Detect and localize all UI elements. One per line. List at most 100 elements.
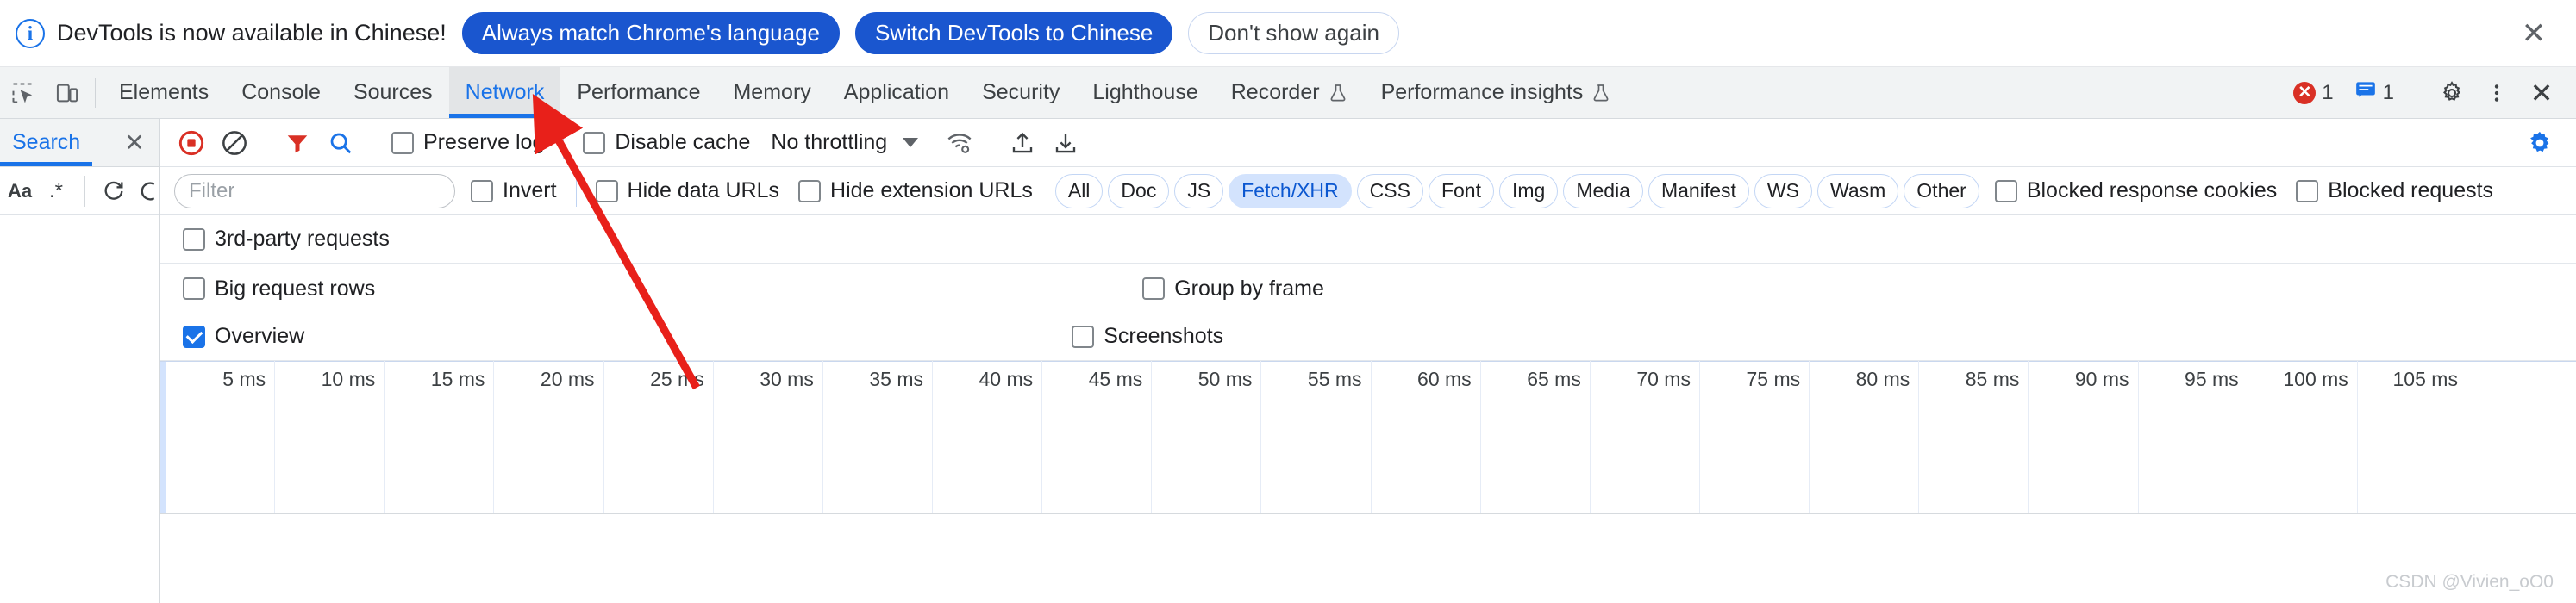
record-stop-icon[interactable]	[171, 122, 212, 164]
use-regex-button[interactable]: .*	[40, 174, 72, 208]
timeline-tick-label: 85 ms	[1965, 368, 2020, 390]
timeline-tick: 70 ms	[1591, 361, 1700, 513]
kebab-menu-icon[interactable]	[2476, 72, 2517, 114]
tab-label: Console	[241, 80, 321, 104]
filter-chip-fetch-xhr[interactable]: Fetch/XHR	[1229, 173, 1352, 208]
tab-performance-insights[interactable]: Performance insights	[1365, 67, 1629, 118]
filter-chip-ws[interactable]: WS	[1754, 173, 1812, 208]
throttling-select-value[interactable]: No throttling	[771, 130, 887, 155]
filter-chip-all[interactable]: All	[1054, 173, 1104, 208]
search-magnifier-icon[interactable]	[320, 122, 361, 164]
disable-cache-checkbox[interactable]: Disable cache	[583, 130, 750, 155]
gear-icon[interactable]	[2431, 72, 2473, 114]
network-overview-timeline[interactable]: 5 ms 10 ms 15 ms 20 ms 25 ms 30 ms 35 ms 40 ms 4…	[160, 361, 2576, 514]
hide-data-urls-checkbox[interactable]: Hide data URLs	[595, 178, 779, 203]
message-bubble-icon	[2354, 78, 2377, 107]
tab-network[interactable]: Network	[448, 67, 561, 118]
error-count-badge[interactable]: ✕ 1	[2285, 81, 2342, 105]
settings-row-third-party: 3rd-party requests	[160, 215, 2576, 264]
message-count-badge[interactable]: 1	[2346, 78, 2403, 107]
tab-label: Elements	[119, 80, 209, 104]
hide-extension-urls-checkbox[interactable]: Hide extension URLs	[798, 178, 1033, 203]
preserve-log-checkbox[interactable]: Preserve log	[391, 130, 544, 155]
toolbar-divider-3	[563, 127, 565, 159]
import-har-icon[interactable]	[1002, 122, 1043, 164]
tab-label: Security	[982, 80, 1060, 104]
tab-elements[interactable]: Elements	[103, 67, 225, 118]
invert-checkbox[interactable]: Invert	[471, 178, 557, 203]
tab-recorder[interactable]: Recorder	[1215, 67, 1365, 118]
refresh-icon[interactable]	[97, 174, 130, 208]
resource-type-chips: All Doc JS Fetch/XHR CSS Font Img Media Manifest…	[1054, 173, 1985, 208]
devtools-tab-bar: Elements Console Sources Network Performance…	[0, 67, 2576, 119]
filter-chip-font[interactable]: Font	[1428, 173, 1494, 208]
network-settings-gear-icon[interactable]	[2519, 122, 2560, 164]
tab-console[interactable]: Console	[225, 67, 337, 118]
clear-no-entry-icon[interactable]	[214, 122, 255, 164]
devtools-body: Search ✕ Aa .* Preserve log Disable cach…	[0, 119, 2576, 603]
infobar-close-icon[interactable]: ✕	[2514, 14, 2554, 53]
network-filter-row: Invert Hide data URLs Hide extension URL…	[160, 167, 2576, 215]
tab-lighthouse[interactable]: Lighthouse	[1076, 67, 1214, 118]
clear-icon[interactable]	[134, 174, 159, 208]
filter-chip-wasm[interactable]: Wasm	[1816, 173, 1899, 208]
overview-checkbox[interactable]: Overview	[183, 324, 304, 349]
timeline-tick: 85 ms	[1919, 361, 2029, 513]
filter-chip-doc[interactable]: Doc	[1108, 173, 1170, 208]
big-request-rows-checkbox[interactable]: Big request rows	[183, 277, 375, 302]
filter-chip-media[interactable]: Media	[1563, 173, 1643, 208]
tab-security[interactable]: Security	[966, 67, 1076, 118]
hide-data-urls-box	[595, 179, 618, 202]
match-case-button[interactable]: Aa	[3, 174, 36, 208]
timeline-tick-label: 30 ms	[760, 368, 814, 390]
devtools-infobar: i DevTools is now available in Chinese! …	[0, 0, 2576, 67]
tab-search[interactable]: Search	[0, 119, 93, 166]
filter-chip-other[interactable]: Other	[1904, 173, 1979, 208]
disable-cache-box	[583, 131, 606, 154]
tab-sources[interactable]: Sources	[337, 67, 449, 118]
wifi-settings-icon[interactable]	[939, 122, 980, 164]
blocked-requests-checkbox[interactable]: Blocked requests	[2296, 178, 2493, 203]
timeline-tick: 80 ms	[1810, 361, 1920, 513]
screenshots-box	[1072, 325, 1095, 348]
timeline-tick-label: 40 ms	[979, 368, 1034, 390]
filter-input[interactable]	[174, 173, 455, 208]
filter-chip-manifest[interactable]: Manifest	[1648, 173, 1749, 208]
filter-chip-img[interactable]: Img	[1498, 173, 1559, 208]
timeline-tick: 60 ms	[1372, 361, 1481, 513]
group-by-frame-label: Group by frame	[1174, 276, 1324, 301]
search-tab-close-icon[interactable]: ✕	[120, 128, 149, 158]
switch-devtools-to-chinese-button[interactable]: Switch DevTools to Chinese	[855, 12, 1173, 54]
third-party-requests-checkbox[interactable]: 3rd-party requests	[183, 227, 390, 252]
filter-funnel-icon[interactable]	[277, 122, 318, 164]
filter-chip-js[interactable]: JS	[1174, 173, 1224, 208]
timeline-tick: 75 ms	[1700, 361, 1810, 513]
tab-label: Performance insights	[1380, 80, 1584, 104]
tab-memory[interactable]: Memory	[716, 67, 827, 118]
timeline-tick: 20 ms	[494, 361, 604, 513]
timeline-tick: 50 ms	[1152, 361, 1262, 513]
disable-cache-label: Disable cache	[615, 130, 751, 154]
preserve-log-box	[391, 131, 414, 154]
always-match-chrome-language-button[interactable]: Always match Chrome's language	[461, 12, 841, 54]
blocked-response-cookies-checkbox[interactable]: Blocked response cookies	[1994, 178, 2277, 203]
screenshots-checkbox[interactable]: Screenshots	[1072, 324, 1223, 349]
devtools-close-icon[interactable]: ✕	[2521, 72, 2562, 114]
tab-performance[interactable]: Performance	[560, 67, 716, 118]
blocked-requests-box	[2296, 179, 2319, 202]
inspect-element-icon[interactable]	[0, 67, 45, 118]
device-toolbar-icon[interactable]	[45, 67, 90, 118]
overview-label: Overview	[215, 324, 305, 348]
filter-chip-css[interactable]: CSS	[1356, 173, 1423, 208]
dont-show-again-button[interactable]: Don't show again	[1188, 12, 1399, 54]
search-subtoolbar: Aa .*	[0, 167, 159, 215]
timeline-tick-label: 15 ms	[430, 368, 485, 390]
experiment-flask-icon	[1328, 83, 1348, 103]
tab-application[interactable]: Application	[828, 67, 966, 118]
chevron-down-icon[interactable]	[903, 138, 919, 147]
export-har-icon[interactable]	[1045, 122, 1086, 164]
group-by-frame-checkbox[interactable]: Group by frame	[1142, 277, 1324, 302]
tab-label: Network	[465, 80, 545, 104]
tab-label: Recorder	[1230, 80, 1320, 104]
timeline-tick-label: 50 ms	[1197, 368, 1253, 390]
